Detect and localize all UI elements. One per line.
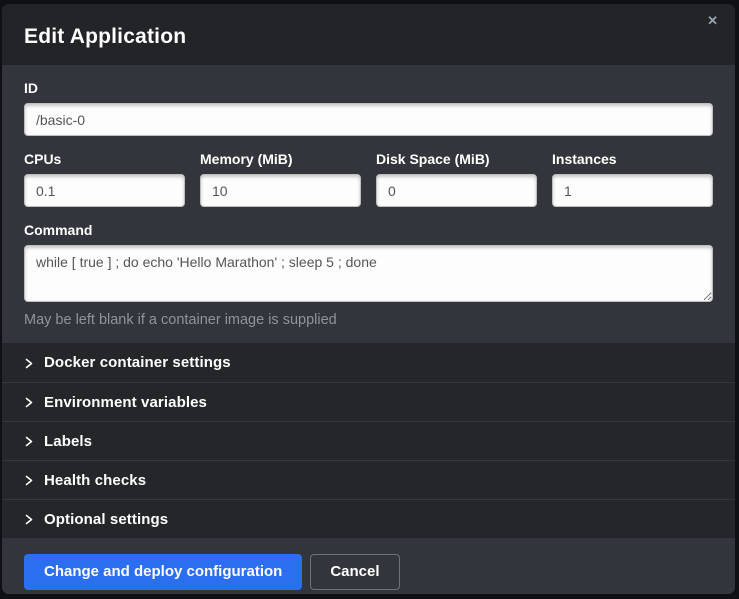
- disk-input[interactable]: [376, 174, 537, 207]
- cpus-field-group: CPUs: [24, 151, 185, 207]
- section-environment-variables[interactable]: Environment variables: [2, 382, 735, 421]
- collapsible-sections: Docker container settings Environment va…: [2, 343, 735, 538]
- cpus-input[interactable]: [24, 174, 185, 207]
- cpus-label: CPUs: [24, 151, 185, 167]
- section-labels[interactable]: Labels: [2, 421, 735, 460]
- change-and-deploy-button[interactable]: Change and deploy configuration: [24, 554, 302, 590]
- application-form: ID CPUs Memory (MiB) Disk Space (MiB) In…: [2, 65, 735, 343]
- chevron-right-icon: [24, 397, 34, 407]
- page-title: Edit Application: [24, 25, 186, 49]
- id-field-group: ID: [24, 80, 713, 136]
- section-label: Health checks: [44, 472, 146, 489]
- resources-row: CPUs Memory (MiB) Disk Space (MiB) Insta…: [24, 151, 713, 207]
- section-docker-container-settings[interactable]: Docker container settings: [2, 343, 735, 382]
- command-help-text: May be left blank if a container image i…: [24, 312, 713, 328]
- section-optional-settings[interactable]: Optional settings: [2, 499, 735, 538]
- chevron-right-icon: [24, 475, 34, 485]
- command-label: Command: [24, 222, 713, 238]
- modal-header: Edit Application ✕: [2, 4, 735, 65]
- section-label: Environment variables: [44, 394, 207, 411]
- command-textarea[interactable]: while [ true ] ; do echo 'Hello Marathon…: [24, 245, 713, 302]
- section-label: Optional settings: [44, 511, 168, 528]
- section-label: Docker container settings: [44, 354, 231, 371]
- section-health-checks[interactable]: Health checks: [2, 460, 735, 499]
- instances-label: Instances: [552, 151, 713, 167]
- close-icon[interactable]: ✕: [707, 14, 718, 27]
- chevron-right-icon: [24, 436, 34, 446]
- instances-field-group: Instances: [552, 151, 713, 207]
- instances-input[interactable]: [552, 174, 713, 207]
- section-label: Labels: [44, 433, 92, 450]
- command-field-group: Command while [ true ] ; do echo 'Hello …: [24, 222, 713, 328]
- disk-field-group: Disk Space (MiB): [376, 151, 537, 207]
- edit-application-modal: Edit Application ✕ ID CPUs Memory (MiB) …: [2, 4, 735, 594]
- disk-label: Disk Space (MiB): [376, 151, 537, 167]
- chevron-right-icon: [24, 358, 34, 368]
- chevron-right-icon: [24, 514, 34, 524]
- memory-label: Memory (MiB): [200, 151, 361, 167]
- modal-footer: Change and deploy configuration Cancel: [2, 538, 735, 594]
- cancel-button[interactable]: Cancel: [310, 554, 399, 590]
- id-label: ID: [24, 80, 713, 96]
- memory-input[interactable]: [200, 174, 361, 207]
- id-input[interactable]: [24, 103, 713, 136]
- memory-field-group: Memory (MiB): [200, 151, 361, 207]
